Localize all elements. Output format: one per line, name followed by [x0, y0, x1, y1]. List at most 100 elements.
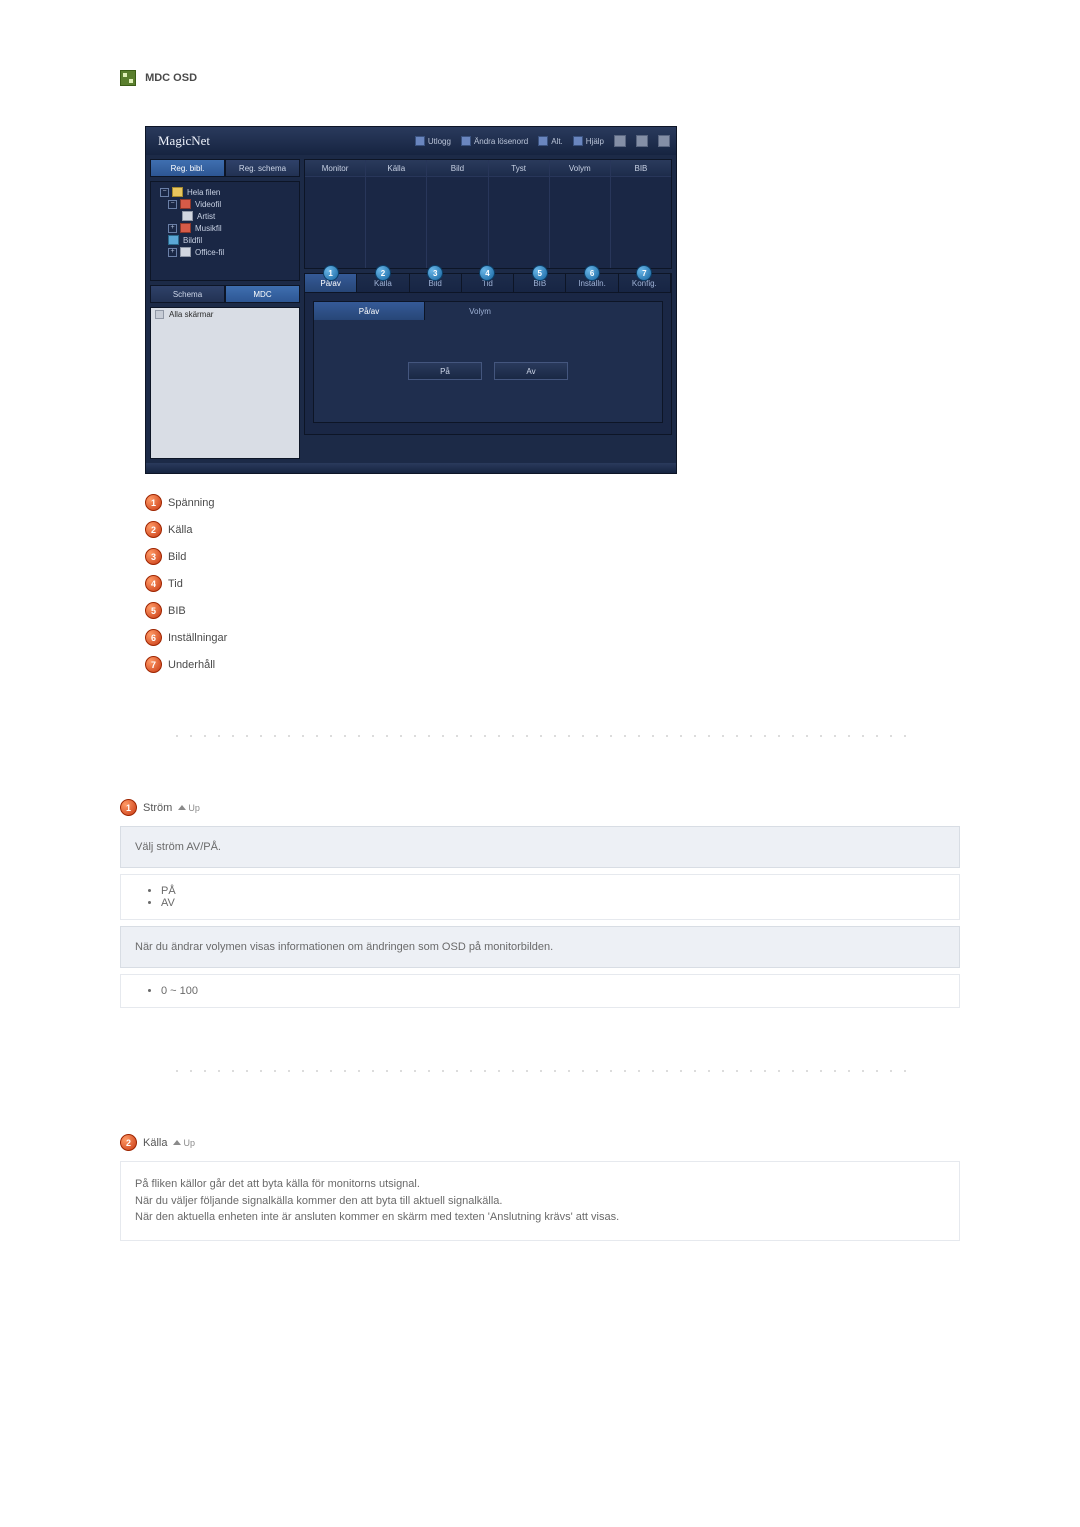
control-panel: 1På/av 2Källa 3Bild 4Tid 5BIB 6Inställn.…: [304, 273, 672, 435]
tree-video: −Videofil: [154, 198, 296, 210]
legend-label: BIB: [168, 605, 186, 617]
power-off-button[interactable]: Av: [494, 362, 568, 380]
separator: [170, 1068, 910, 1074]
tab-mdc[interactable]: MDC: [225, 285, 300, 303]
app-icon: [120, 70, 136, 86]
up-label: Up: [183, 1138, 195, 1148]
logout-icon: [415, 136, 425, 146]
legend-item-2: 2 Källa: [145, 521, 960, 538]
key-icon: [461, 136, 471, 146]
col-mute[interactable]: Tyst: [489, 160, 549, 177]
checkbox-icon[interactable]: [155, 310, 164, 319]
folder-icon: [172, 187, 183, 197]
window-min-icon[interactable]: [614, 135, 626, 147]
page-title: MDC OSD: [145, 72, 197, 84]
music-icon: [180, 223, 191, 233]
file-tree[interactable]: −Hela filen −Videofil Artist +Musikfil B…: [150, 181, 300, 281]
btab-maint[interactable]: 7Konfig.: [619, 274, 671, 292]
btab-settings[interactable]: 6Inställn.: [566, 274, 618, 292]
tree-artist: Artist: [154, 210, 296, 222]
description-box: På fliken källor går det att byta källa …: [120, 1161, 960, 1241]
btab-source[interactable]: 2Källa: [357, 274, 409, 292]
power-on-button[interactable]: På: [408, 362, 482, 380]
section-heading-source: 2 Källa Up: [120, 1134, 960, 1151]
tree-root: −Hela filen: [154, 186, 296, 198]
btab-pip[interactable]: 5BIB: [514, 274, 566, 292]
btab-picture[interactable]: 3Bild: [410, 274, 462, 292]
legend-label: Bild: [168, 551, 186, 563]
options-box: PÅ AV: [120, 874, 960, 920]
legend-list: 1Spänning 2Källa 3Bild 4Tid 5BIB 6Instäl…: [145, 494, 960, 673]
list-icon: [182, 211, 193, 221]
btab-time[interactable]: 4Tid: [462, 274, 514, 292]
num-badge-2: 2: [120, 1134, 137, 1151]
legend-label: Inställningar: [168, 632, 227, 644]
badge-4: 4: [479, 265, 495, 281]
col-picture[interactable]: Bild: [427, 160, 487, 177]
col-monitor[interactable]: Monitor: [305, 160, 365, 177]
option-off: AV: [161, 897, 939, 909]
options-button[interactable]: Alt.: [538, 136, 563, 146]
btab-power[interactable]: 1På/av: [305, 274, 357, 292]
legend-item-7: 7Underhåll: [145, 656, 960, 673]
legend-label: Spänning: [168, 497, 215, 509]
section-heading-power: 1 Ström Up: [120, 799, 960, 816]
picture-icon: [168, 235, 179, 245]
section-title: Källa: [143, 1137, 167, 1149]
up-label: Up: [188, 803, 200, 813]
up-link[interactable]: Up: [173, 1138, 195, 1148]
legend-item-5: 5BIB: [145, 602, 960, 619]
tree-office: +Office-fil: [154, 246, 296, 258]
separator: [170, 733, 910, 739]
tab-schema[interactable]: Schema: [150, 285, 225, 303]
legend-item-4: 4 Tid: [145, 575, 960, 592]
chevron-up-icon: [173, 1140, 181, 1145]
video-icon: [180, 199, 191, 209]
help-button[interactable]: Hjälp: [573, 136, 604, 146]
num-badge-2: 2: [145, 521, 162, 538]
app-logo: MagicNet: [158, 133, 210, 149]
legend-label: Underhåll: [168, 659, 215, 671]
change-password-label: Ändra lösenord: [474, 137, 528, 146]
option-on: PÅ: [161, 885, 939, 897]
num-badge-1: 1: [120, 799, 137, 816]
change-password-button[interactable]: Ändra lösenord: [461, 136, 528, 146]
up-link[interactable]: Up: [178, 803, 200, 813]
monitor-list[interactable]: Alla skärmar: [150, 307, 300, 459]
badge-7: 7: [636, 265, 652, 281]
col-volume[interactable]: Volym: [550, 160, 610, 177]
col-source[interactable]: Källa: [366, 160, 426, 177]
logout-label: Utlogg: [428, 137, 451, 146]
num-badge-6: 6: [145, 629, 162, 646]
tab-library[interactable]: Reg. bibl.: [150, 159, 225, 177]
window-max-icon[interactable]: [636, 135, 648, 147]
document-icon: [180, 247, 191, 257]
monitor-grid: Monitor Källa Bild Tyst Volym BIB: [304, 159, 672, 269]
range-value: 0 ~ 100: [161, 985, 939, 997]
tab-schedule[interactable]: Reg. schema: [225, 159, 300, 177]
window-close-icon[interactable]: [658, 135, 670, 147]
desc-line-3: När den aktuella enheten inte är anslute…: [135, 1209, 945, 1226]
legend-item-6: 6 Inställningar: [145, 629, 960, 646]
legend-item-1: 1 Spänning: [145, 494, 960, 511]
info-box: Välj ström AV/PÅ.: [120, 826, 960, 868]
app-screenshot: MagicNet Utlogg Ändra lösenord Alt.: [145, 126, 677, 474]
help-label: Hjälp: [586, 137, 604, 146]
col-pip[interactable]: BIB: [611, 160, 671, 177]
desc-line-2: När du väljer följande signalkälla komme…: [135, 1193, 945, 1210]
desc-line-1: På fliken källor går det att byta källa …: [135, 1176, 945, 1193]
num-badge-1: 1: [145, 494, 162, 511]
inner-tab-volume[interactable]: Volym: [425, 302, 535, 320]
badge-6: 6: [584, 265, 600, 281]
tree-music: +Musikfil: [154, 222, 296, 234]
legend-label: Källa: [168, 524, 192, 536]
list-item-label: Alla skärmar: [169, 310, 213, 319]
help-icon: [573, 136, 583, 146]
num-badge-4: 4: [145, 575, 162, 592]
range-box: 0 ~ 100: [120, 974, 960, 1008]
info-box: När du ändrar volymen visas informatione…: [120, 926, 960, 968]
badge-1: 1: [323, 265, 339, 281]
logout-button[interactable]: Utlogg: [415, 136, 451, 146]
legend-label: Tid: [168, 578, 183, 590]
inner-tab-power[interactable]: På/av: [314, 302, 425, 320]
